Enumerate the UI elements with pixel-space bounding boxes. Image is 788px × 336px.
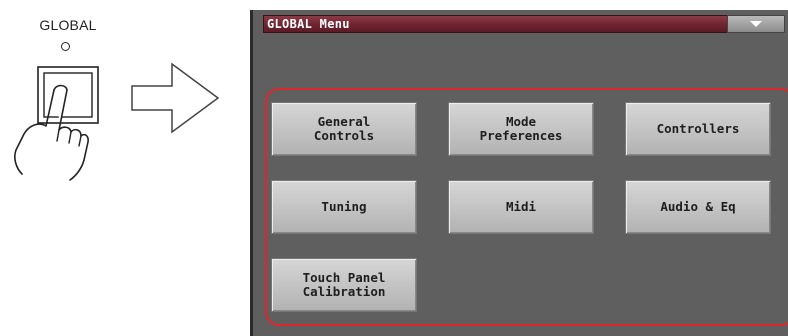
midi-button[interactable]: Midi (448, 180, 594, 234)
audio-eq-button[interactable]: Audio & Eq (625, 180, 771, 234)
general-controls-button[interactable]: General Controls (271, 102, 417, 156)
hand-pressing-button-icon (14, 66, 99, 181)
title-bar: GLOBAL Menu (263, 15, 785, 33)
tuning-button[interactable]: Tuning (271, 180, 417, 234)
right-arrow-icon (131, 62, 220, 134)
instruction-figure: GLOBAL GLOBAL Menu General Controls Mode… (0, 0, 788, 336)
page-menu-button[interactable] (727, 15, 785, 33)
window-title: GLOBAL Menu (267, 17, 350, 31)
mode-preferences-button[interactable]: Mode Preferences (448, 102, 594, 156)
controllers-button[interactable]: Controllers (625, 102, 771, 156)
global-menu-screen: GLOBAL Menu General Controls Mode Prefer… (250, 10, 788, 336)
triangle-down-icon (750, 21, 762, 27)
touch-panel-calibration-button[interactable]: Touch Panel Calibration (271, 258, 417, 312)
